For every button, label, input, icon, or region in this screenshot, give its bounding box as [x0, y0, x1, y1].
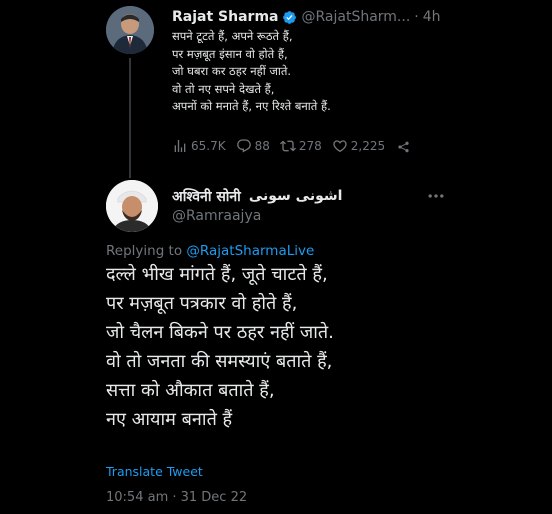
- parent-tweet-header: Rajat Sharma @RajatSharm... · 4h: [172, 6, 441, 28]
- reply-avatar[interactable]: [106, 180, 158, 232]
- parent-handle[interactable]: @RajatSharm...: [301, 9, 410, 25]
- parent-line: अपनों को मनाते हैं, नए रिश्ते बनाते हैं.: [172, 99, 331, 113]
- parent-avatar[interactable]: [106, 6, 154, 54]
- like-action[interactable]: 2,225: [332, 138, 385, 154]
- reply-line: नए आयाम बनाते हैं: [106, 409, 233, 430]
- reply-tweet-text: दल्ले भीख मांगते हैं, जूते चाटते हैं, पर…: [106, 260, 526, 434]
- replying-mention-link[interactable]: @RajatSharmaLive: [186, 243, 314, 259]
- parent-line: जो घबरा कर ठहर नहीं जाते.: [172, 64, 292, 78]
- replying-prefix: Replying to: [106, 243, 183, 259]
- replying-to: Replying to @RajatSharmaLive: [106, 243, 314, 259]
- tweet-thread: Rajat Sharma @RajatSharm... · 4h सपने टू…: [0, 0, 552, 514]
- translate-tweet-link[interactable]: Translate Tweet: [106, 464, 203, 479]
- reply-line: सत्ता को औकात बताते हैं,: [106, 380, 275, 401]
- parent-tweet-text: सपने टूटते हैं, अपने रूठते हैं, पर मज़बू…: [172, 28, 472, 116]
- more-options-icon[interactable]: [426, 186, 446, 210]
- reply-author-name-urdu[interactable]: اشونی سونی: [249, 188, 343, 204]
- retweet-action[interactable]: 278: [279, 138, 322, 154]
- parent-tweet[interactable]: Rajat Sharma @RajatSharm... · 4h सपने टू…: [0, 0, 552, 178]
- reply-author-name[interactable]: अश्विनी सोनी: [172, 187, 241, 206]
- heart-icon: [333, 140, 347, 153]
- reply-action[interactable]: 88: [236, 138, 270, 154]
- share-icon: [398, 141, 409, 153]
- parent-line: वो तो नए सपने देखते हैं,: [172, 81, 275, 96]
- views-action[interactable]: 65.7K: [172, 138, 226, 154]
- reply-line: पर मज़बूत पत्रकार वो होते हैं,: [106, 293, 298, 314]
- reply-timestamp[interactable]: 10:54 am · 31 Dec 22: [106, 490, 247, 505]
- parent-line: पर मज़बूत इंसान वो होते हैं,: [172, 46, 288, 61]
- reply-line: दल्ले भीख मांगते हैं, जूते चाटते हैं,: [106, 264, 328, 285]
- reply-line: जो चैलन बिकने पर ठहर नहीं जाते.: [106, 322, 334, 343]
- parent-action-bar: 65.7K 88 278 2,225: [172, 136, 421, 156]
- reply-handle[interactable]: @Ramraajya: [172, 208, 261, 224]
- reply-line: वो तो जनता की समस्याएं बताते हैं,: [106, 351, 333, 372]
- views-count: 65.7K: [191, 139, 226, 153]
- reply-count: 88: [254, 139, 270, 153]
- retweet-icon: [279, 140, 296, 152]
- parent-time[interactable]: 4h: [423, 9, 441, 25]
- thread-connector-line: [129, 58, 131, 178]
- header-separator: ·: [414, 9, 419, 25]
- share-action[interactable]: [395, 138, 411, 154]
- views-icon: [174, 140, 186, 152]
- like-count: 2,225: [350, 139, 386, 153]
- verified-badge-icon: [282, 10, 297, 25]
- parent-author-name[interactable]: Rajat Sharma: [172, 9, 278, 25]
- retweet-count: 278: [298, 139, 322, 153]
- parent-line: सपने टूटते हैं, अपने रूठते हैं,: [172, 29, 293, 43]
- reply-author-row: अश्विनी सोनी اشونی سونی: [172, 185, 342, 207]
- reply-icon: [236, 139, 251, 153]
